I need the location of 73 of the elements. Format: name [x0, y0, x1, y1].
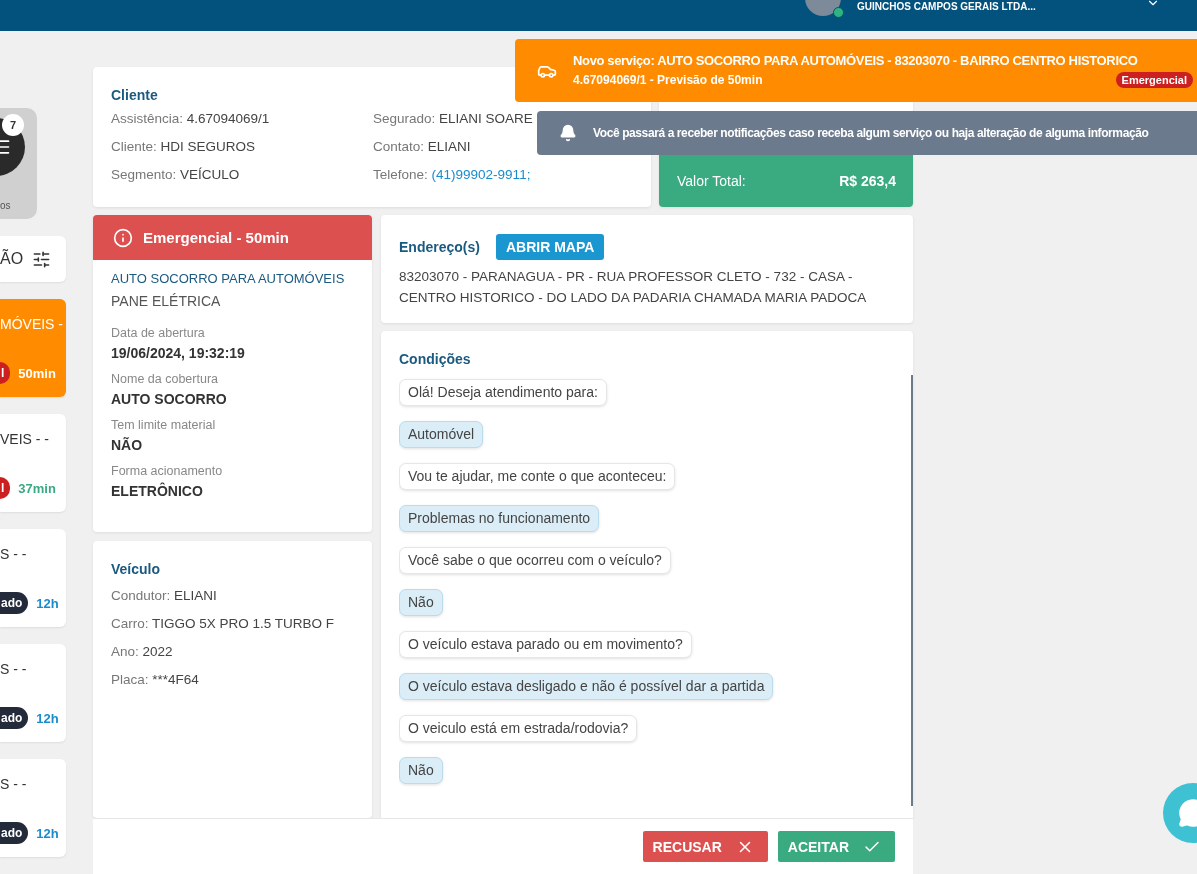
card-title: Cliente	[111, 87, 159, 103]
service-time: 12h	[36, 710, 59, 726]
service-title: VEIS - -	[0, 431, 50, 447]
question-bubble: O veículo estava parado ou em movimento?	[399, 631, 692, 658]
emergency-badge: Emergencial	[1115, 72, 1193, 88]
service-time: 37min	[18, 480, 56, 496]
question-bubble: Vou te ajudar, me conte o que aconteceu:	[399, 463, 676, 490]
detail-value: 19/06/2024, 19:32:19	[111, 344, 246, 363]
total-label: Valor Total:	[677, 173, 746, 189]
services-counter-card[interactable]: 7 os	[0, 108, 37, 219]
card-title: Condições	[399, 351, 472, 367]
question-bubble: O veiculo está em estrada/rodovia?	[399, 715, 638, 742]
detail-label: Forma acionamento	[111, 463, 224, 480]
bell-icon	[559, 124, 577, 142]
answer-bubble: Não	[399, 757, 443, 784]
filter-label: ÃO	[0, 250, 24, 268]
problem-text: PANE ELÉTRICA	[111, 292, 222, 311]
detail-label: Tem limite material	[111, 417, 217, 434]
status-badge: ado	[0, 822, 29, 844]
service-title: S - -	[0, 546, 28, 562]
service-title: MÓVEIS -	[0, 316, 64, 332]
toast-text: Você passará a receber notificações caso receba algum serviço ou haja alteração de alguma informação	[593, 126, 1149, 140]
status-badge: ado	[0, 592, 29, 614]
status-badge: l	[0, 477, 11, 499]
new-service-toast[interactable]: Novo serviço: AUTO SOCORRO PARA AUTOMÓVEIS - 83203070 - BAIRRO CENTRO HISTORICO 4.67094069/1 - Previsão de 50min Emergencial	[515, 39, 1197, 102]
service-name: AUTO SOCORRO PARA AUTOMÓVEIS	[111, 270, 345, 288]
client-field: Assistência: 4.67094069/1	[111, 109, 373, 128]
count-badge: 7	[2, 114, 24, 136]
service-time: 12h	[36, 825, 59, 841]
detail-label: Nome da cobertura	[111, 371, 219, 388]
sliders-icon[interactable]	[32, 249, 52, 269]
service-card[interactable]: S - - ado 12h	[0, 529, 66, 627]
answer-bubble: Não	[399, 589, 443, 616]
answer-bubble: Problemas no funcionamento	[399, 505, 600, 532]
detail-label: Data de abertura	[111, 325, 206, 342]
vehicle-field: Condutor: ELIANI	[111, 586, 354, 605]
service-title: S - -	[0, 776, 28, 792]
service-time: 50min	[18, 365, 56, 381]
service-time: 12h	[36, 595, 59, 611]
question-bubble: Você sabe o que ocorreu com o veículo?	[399, 547, 671, 574]
vehicle-field: Placa: ***4F64	[111, 670, 354, 689]
question-bubble: Olá! Deseja atendimento para:	[399, 379, 607, 406]
toast-title: Novo serviço: AUTO SOCORRO PARA AUTOMÓVEIS - 83203070 - BAIRRO CENTRO HISTORICO	[573, 53, 1139, 68]
toast-subtitle: 4.67094069/1 - Previsão de 50min	[573, 73, 763, 87]
service-title: S - -	[0, 661, 28, 677]
reject-button[interactable]: RECUSAR	[642, 831, 768, 862]
online-status-dot	[833, 7, 844, 18]
banner-text: Emergencial - 50min	[143, 229, 289, 246]
answer-bubble: Automóvel	[399, 421, 484, 448]
detail-value: ELETRÔNICO	[111, 481, 204, 501]
service-card[interactable]: S - - ado 12h	[0, 644, 66, 742]
service-card[interactable]: VEIS - - l 37min	[0, 414, 66, 512]
service-card[interactable]: MÓVEIS - l 50min	[0, 299, 66, 397]
company-name: GUINCHOS CAMPOS GERAIS LTDA...	[857, 1, 1036, 12]
vehicle-field: Carro: TIGGO 5X PRO 1.5 TURBO F	[111, 614, 354, 633]
detail-value: NÃO	[111, 436, 144, 455]
info-icon	[113, 227, 133, 248]
detail-value: AUTO SOCORRO	[111, 390, 228, 409]
notification-toast[interactable]: Você passará a receber notificações caso receba algum serviço ou haja alteração de alguma informação	[537, 111, 1197, 155]
card-title: Veículo	[111, 561, 162, 577]
card-title: Endereço(s)	[399, 239, 480, 255]
vehicle-field: Ano: 2022	[111, 642, 354, 661]
address-text: 83203070 - PARANAGUA - PR - RUA PROFESSOR CLETO - 732 - CASA - CENTRO HISTORICO - DO LADO DA PADARIA CHAMADA MARIA PADOCA	[399, 268, 868, 307]
status-badge: l	[0, 362, 11, 384]
client-field: Segmento: VEÍCULO	[111, 165, 373, 184]
status-badge: ado	[0, 707, 29, 729]
client-field: Cliente: HDI SEGUROS	[111, 137, 373, 156]
client-field: Telefone: (41)99902-9911;	[373, 165, 633, 184]
total-value: R$ 263,4	[839, 173, 896, 189]
filter-bar[interactable]: ÃO	[0, 236, 66, 282]
answer-bubble: O veículo estava desligado e não é possível dar a partida	[399, 673, 774, 700]
service-card[interactable]: S - - ado 12h	[0, 759, 66, 857]
counter-label: os	[0, 200, 12, 211]
